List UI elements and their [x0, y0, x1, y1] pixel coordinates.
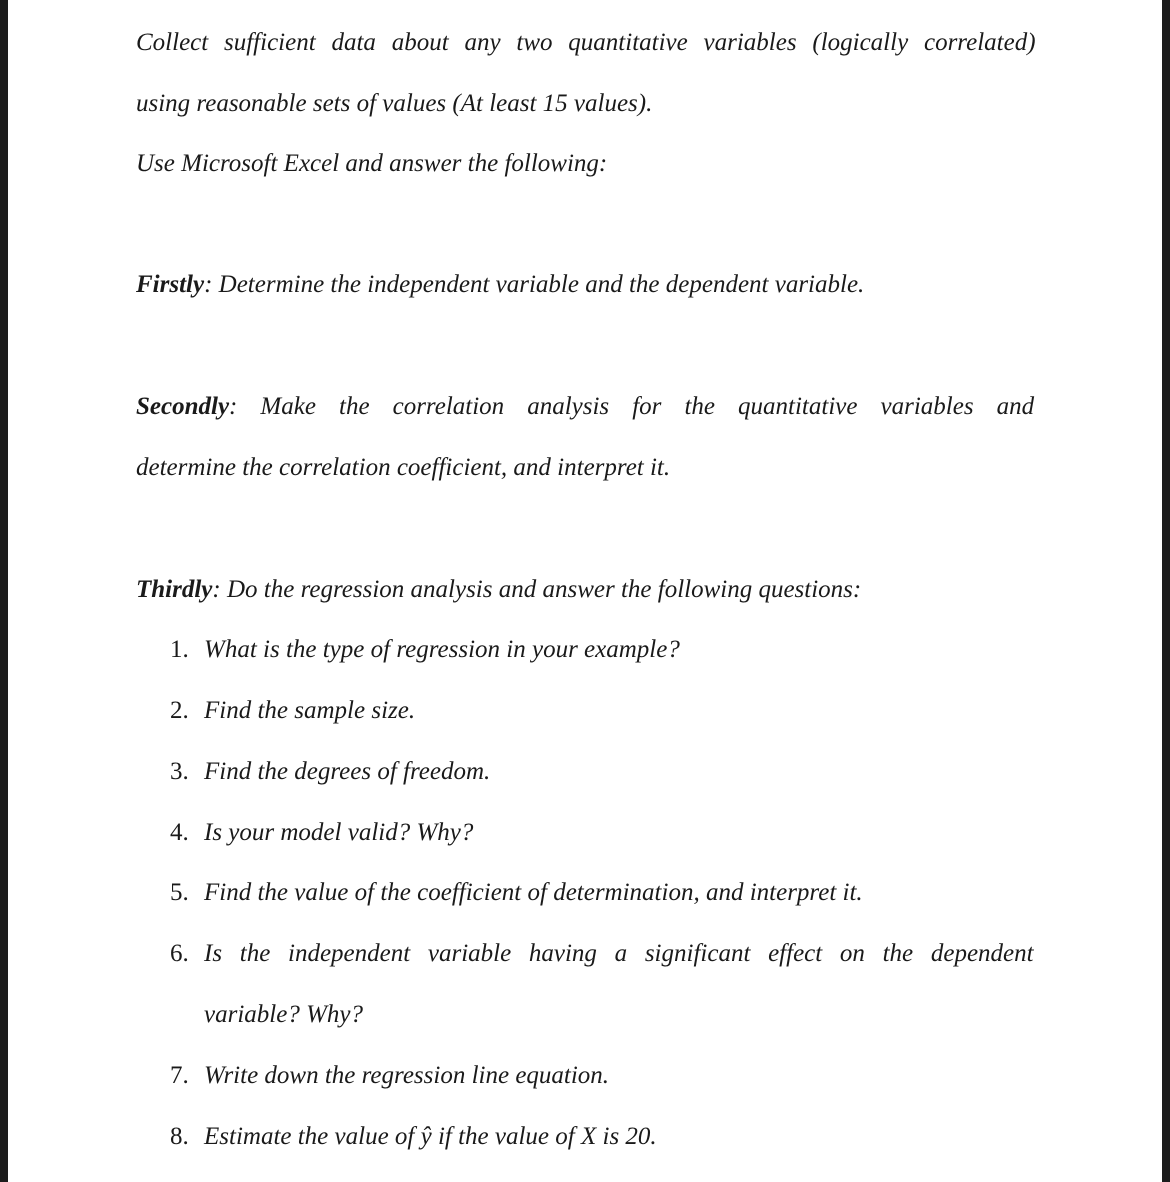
firstly-paragraph: Firstly: Determine the independent varia…	[136, 270, 864, 300]
question-number: 3.	[170, 758, 189, 785]
question-text: Is your model valid? Why?	[204, 819, 474, 846]
question-text: Estimate the value of ŷ if the value of …	[204, 1123, 657, 1150]
thirdly-text: : Do the regression analysis and answer …	[212, 576, 862, 603]
question-8: 8. Estimate the value of ŷ if the value o…	[170, 1122, 657, 1152]
question-text: What is the type of regression in your e…	[204, 636, 680, 663]
question-text: Write down the regression line equation.	[204, 1062, 610, 1089]
intro-line-3: Use Microsoft Excel and answer the follo…	[136, 150, 608, 177]
question-number: 8.	[170, 1123, 189, 1150]
question-text: Is the independent variable having a sig…	[204, 940, 1034, 967]
question-text: Find the sample size.	[204, 697, 416, 724]
question-7: 7. Write down the regression line equatio…	[170, 1061, 609, 1091]
question-number: 1.	[170, 636, 189, 663]
intro-line-2: using reasonable sets of values (At leas…	[136, 90, 653, 117]
question-3: 3. Find the degrees of freedom.	[170, 757, 490, 787]
question-4: 4. Is your model valid? Why?	[170, 818, 473, 848]
secondly-paragraph-line-1: Secondly: Make the correlation analysis …	[136, 392, 1034, 422]
firstly-label: Firstly	[136, 271, 205, 298]
question-text: Find the degrees of freedom.	[204, 758, 491, 785]
question-6: 6. Is the independent variable having a s…	[170, 939, 1034, 969]
question-6-continuation: variable? Why?	[204, 1001, 363, 1028]
question-1: 1. What is the type of regression in your…	[170, 635, 680, 665]
secondly-paragraph-line-2: determine the correlation coefficient, a…	[136, 454, 671, 481]
intro-text-1: Collect sufficient data about any two qu…	[136, 29, 1036, 56]
secondly-label: Secondly	[136, 393, 230, 420]
firstly-text: : Determine the independent variable and…	[204, 271, 865, 298]
question-number: 6.	[170, 940, 189, 967]
question-text: Find the value of the coefficient of det…	[204, 879, 863, 906]
thirdly-label: Thirdly	[136, 576, 213, 603]
question-number: 2.	[170, 697, 189, 724]
question-number: 4.	[170, 819, 189, 846]
question-2: 2. Find the sample size.	[170, 696, 415, 726]
question-5: 5. Find the value of the coefficient of d…	[170, 878, 863, 908]
secondly-text-1: : Make the correlation analysis for the …	[229, 393, 1035, 420]
question-number: 7.	[170, 1062, 189, 1089]
question-number: 5.	[170, 879, 189, 906]
thirdly-paragraph: Thirdly: Do the regression analysis and …	[136, 575, 861, 605]
document-page: Collect sufficient data about any two qu…	[8, 0, 1162, 1182]
intro-line-1: Collect sufficient data about any two qu…	[136, 28, 1036, 58]
